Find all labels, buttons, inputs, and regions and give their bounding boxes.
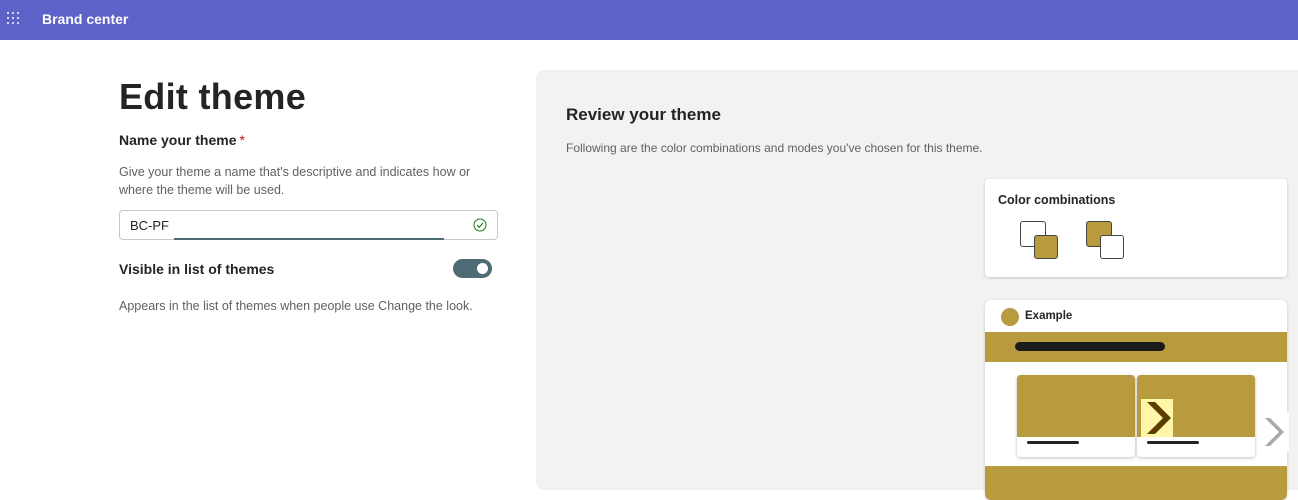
visible-in-list-toggle[interactable] [453, 259, 492, 278]
example-tile-image [1017, 375, 1135, 437]
input-focus-underline [174, 238, 444, 240]
check-circle-icon [473, 218, 487, 232]
swatch-foreground [1100, 235, 1124, 259]
visible-in-list-label: Visible in list of themes [119, 261, 275, 277]
visible-help-text: Appears in the list of themes when peopl… [119, 299, 473, 313]
name-help-text: Give your theme a name that's descriptiv… [119, 165, 471, 197]
example-tile [1017, 375, 1135, 457]
theme-name-input[interactable] [130, 216, 450, 234]
example-tile-text [1147, 441, 1199, 444]
top-bar: Brand center [0, 0, 1298, 40]
example-header-band [985, 332, 1287, 362]
example-tile-text [1027, 441, 1079, 444]
review-title: Review your theme [566, 105, 721, 124]
required-mark: * [239, 132, 245, 148]
waffle-icon[interactable] [7, 12, 21, 26]
theme-name-field[interactable] [119, 210, 498, 240]
example-tile-image [1137, 375, 1255, 437]
scroll-right-arrow-icon[interactable] [1259, 412, 1289, 452]
color-combination-swatch[interactable] [1020, 221, 1060, 261]
name-theme-label-text: Name your theme [119, 132, 237, 148]
review-description: Following are the color combinations and… [566, 141, 983, 155]
page-title: Edit theme [119, 76, 307, 117]
app-title[interactable]: Brand center [42, 11, 128, 27]
color-combination-swatch[interactable] [1086, 221, 1126, 261]
review-panel: Review your theme Following are the colo… [536, 70, 1298, 500]
example-footer-band [985, 466, 1287, 500]
example-label: Example [1025, 310, 1073, 322]
color-combinations-card: Color combinations [985, 179, 1287, 277]
example-preview-card: Example [985, 300, 1287, 500]
swatch-foreground [1034, 235, 1058, 259]
example-tile [1137, 375, 1255, 457]
example-avatar [1001, 308, 1019, 326]
name-theme-label: Name your theme * [119, 132, 245, 148]
color-combinations-title: Color combinations [998, 193, 1116, 207]
chevron-right-icon [1141, 399, 1173, 437]
toggle-knob [477, 263, 488, 274]
example-title-bar [1015, 342, 1165, 351]
